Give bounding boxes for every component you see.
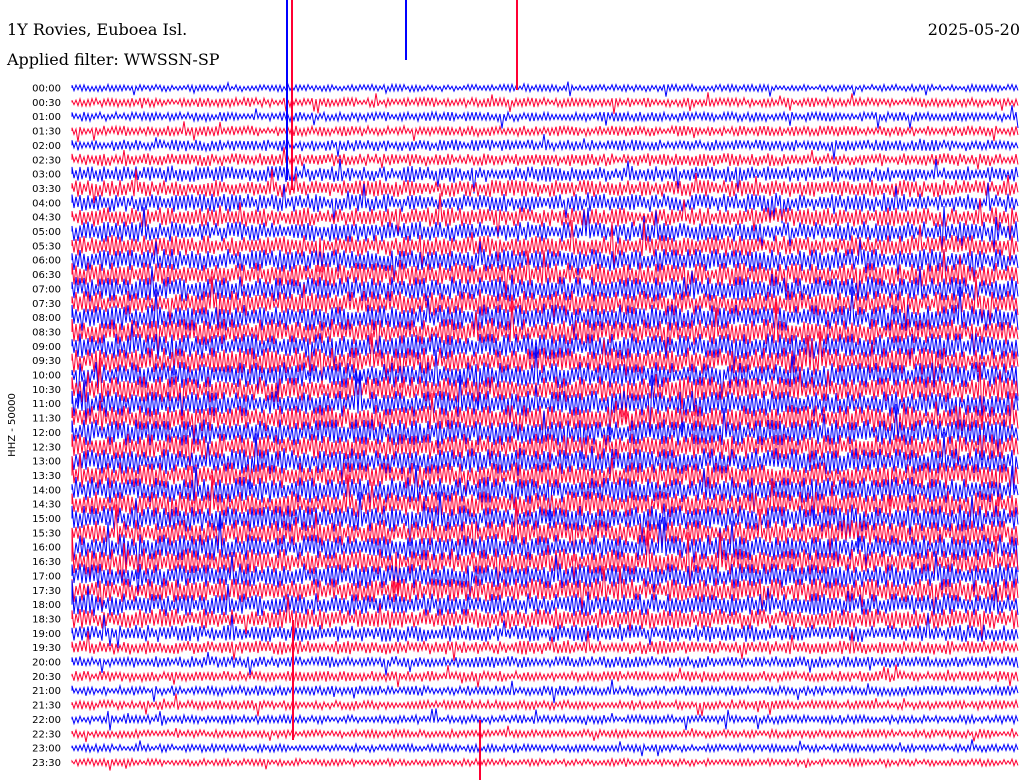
row-time-label: 02:00 (32, 141, 61, 152)
y-axis-label: HHZ - 50000 (7, 393, 18, 457)
row-time-label: 10:00 (32, 371, 61, 382)
row-time-label: 04:00 (32, 198, 61, 209)
row-time-label: 14:30 (32, 500, 61, 511)
row-time-label: 16:30 (32, 557, 61, 568)
seismic-trace-row (71, 756, 1019, 771)
row-time-label: 17:00 (32, 571, 61, 582)
row-time-label: 08:30 (32, 327, 61, 338)
helicorder-plot: 00:00 00:30 01:00 01:30 02:00 02:30 03:00 03:30… (7, 0, 1019, 780)
row-time-label: 23:00 (32, 744, 61, 755)
row-time-label: 21:30 (32, 701, 61, 712)
row-label-group: 00:00 00:30 01:00 01:30 02:00 02:30 03:00 03:30… (32, 84, 61, 769)
row-time-label: 11:30 (32, 414, 61, 425)
row-time-label: 09:00 (32, 342, 61, 353)
row-time-label: 02:30 (32, 155, 61, 166)
row-time-label: 10:30 (32, 385, 61, 396)
row-time-label: 21:00 (32, 686, 61, 697)
row-time-label: 19:00 (32, 629, 61, 640)
seismic-trace-row (71, 105, 1019, 129)
row-time-label: 05:30 (32, 241, 61, 252)
row-time-label: 05:00 (32, 227, 61, 238)
seismic-trace-row (71, 708, 1019, 731)
row-time-label: 15:00 (32, 514, 61, 525)
row-time-label: 18:00 (32, 600, 61, 611)
row-time-label: 18:30 (32, 614, 61, 625)
seismic-trace-row (71, 739, 1019, 757)
row-time-label: 13:30 (32, 471, 61, 482)
row-time-label: 01:30 (32, 127, 61, 138)
seismic-trace-row (71, 630, 1019, 661)
row-time-label: 04:30 (32, 213, 61, 224)
row-time-label: 07:00 (32, 284, 61, 295)
row-time-label: 11:00 (32, 399, 61, 410)
row-time-label: 20:30 (32, 672, 61, 683)
seismic-trace-row (71, 664, 1019, 688)
row-time-label: 00:30 (32, 98, 61, 109)
seismic-trace-row (71, 80, 1019, 97)
row-time-label: 15:30 (32, 528, 61, 539)
row-time-label: 07:30 (32, 299, 61, 310)
row-time-label: 13:00 (32, 457, 61, 468)
row-time-label: 06:00 (32, 256, 61, 267)
row-time-label: 22:00 (32, 715, 61, 726)
row-time-label: 22:30 (32, 729, 61, 740)
seismic-trace-row (71, 693, 1019, 717)
row-time-label: 00:00 (32, 84, 61, 95)
row-time-label: 06:30 (32, 270, 61, 281)
row-time-label: 12:00 (32, 428, 61, 439)
row-time-label: 03:00 (32, 170, 61, 181)
row-time-label: 17:30 (32, 586, 61, 597)
row-time-label: 01:00 (32, 112, 61, 123)
seismic-trace-row (71, 92, 1019, 115)
row-time-label: 12:30 (32, 442, 61, 453)
row-time-label: 23:30 (32, 758, 61, 769)
row-time-label: 03:30 (32, 184, 61, 195)
row-time-label: 19:30 (32, 643, 61, 654)
seismic-trace-row (71, 725, 1019, 743)
row-time-label: 16:00 (32, 543, 61, 554)
trace-group (71, 0, 1019, 780)
row-time-label: 20:00 (32, 658, 61, 669)
row-time-label: 08:00 (32, 313, 61, 324)
row-time-label: 09:30 (32, 356, 61, 367)
row-time-label: 14:00 (32, 485, 61, 496)
